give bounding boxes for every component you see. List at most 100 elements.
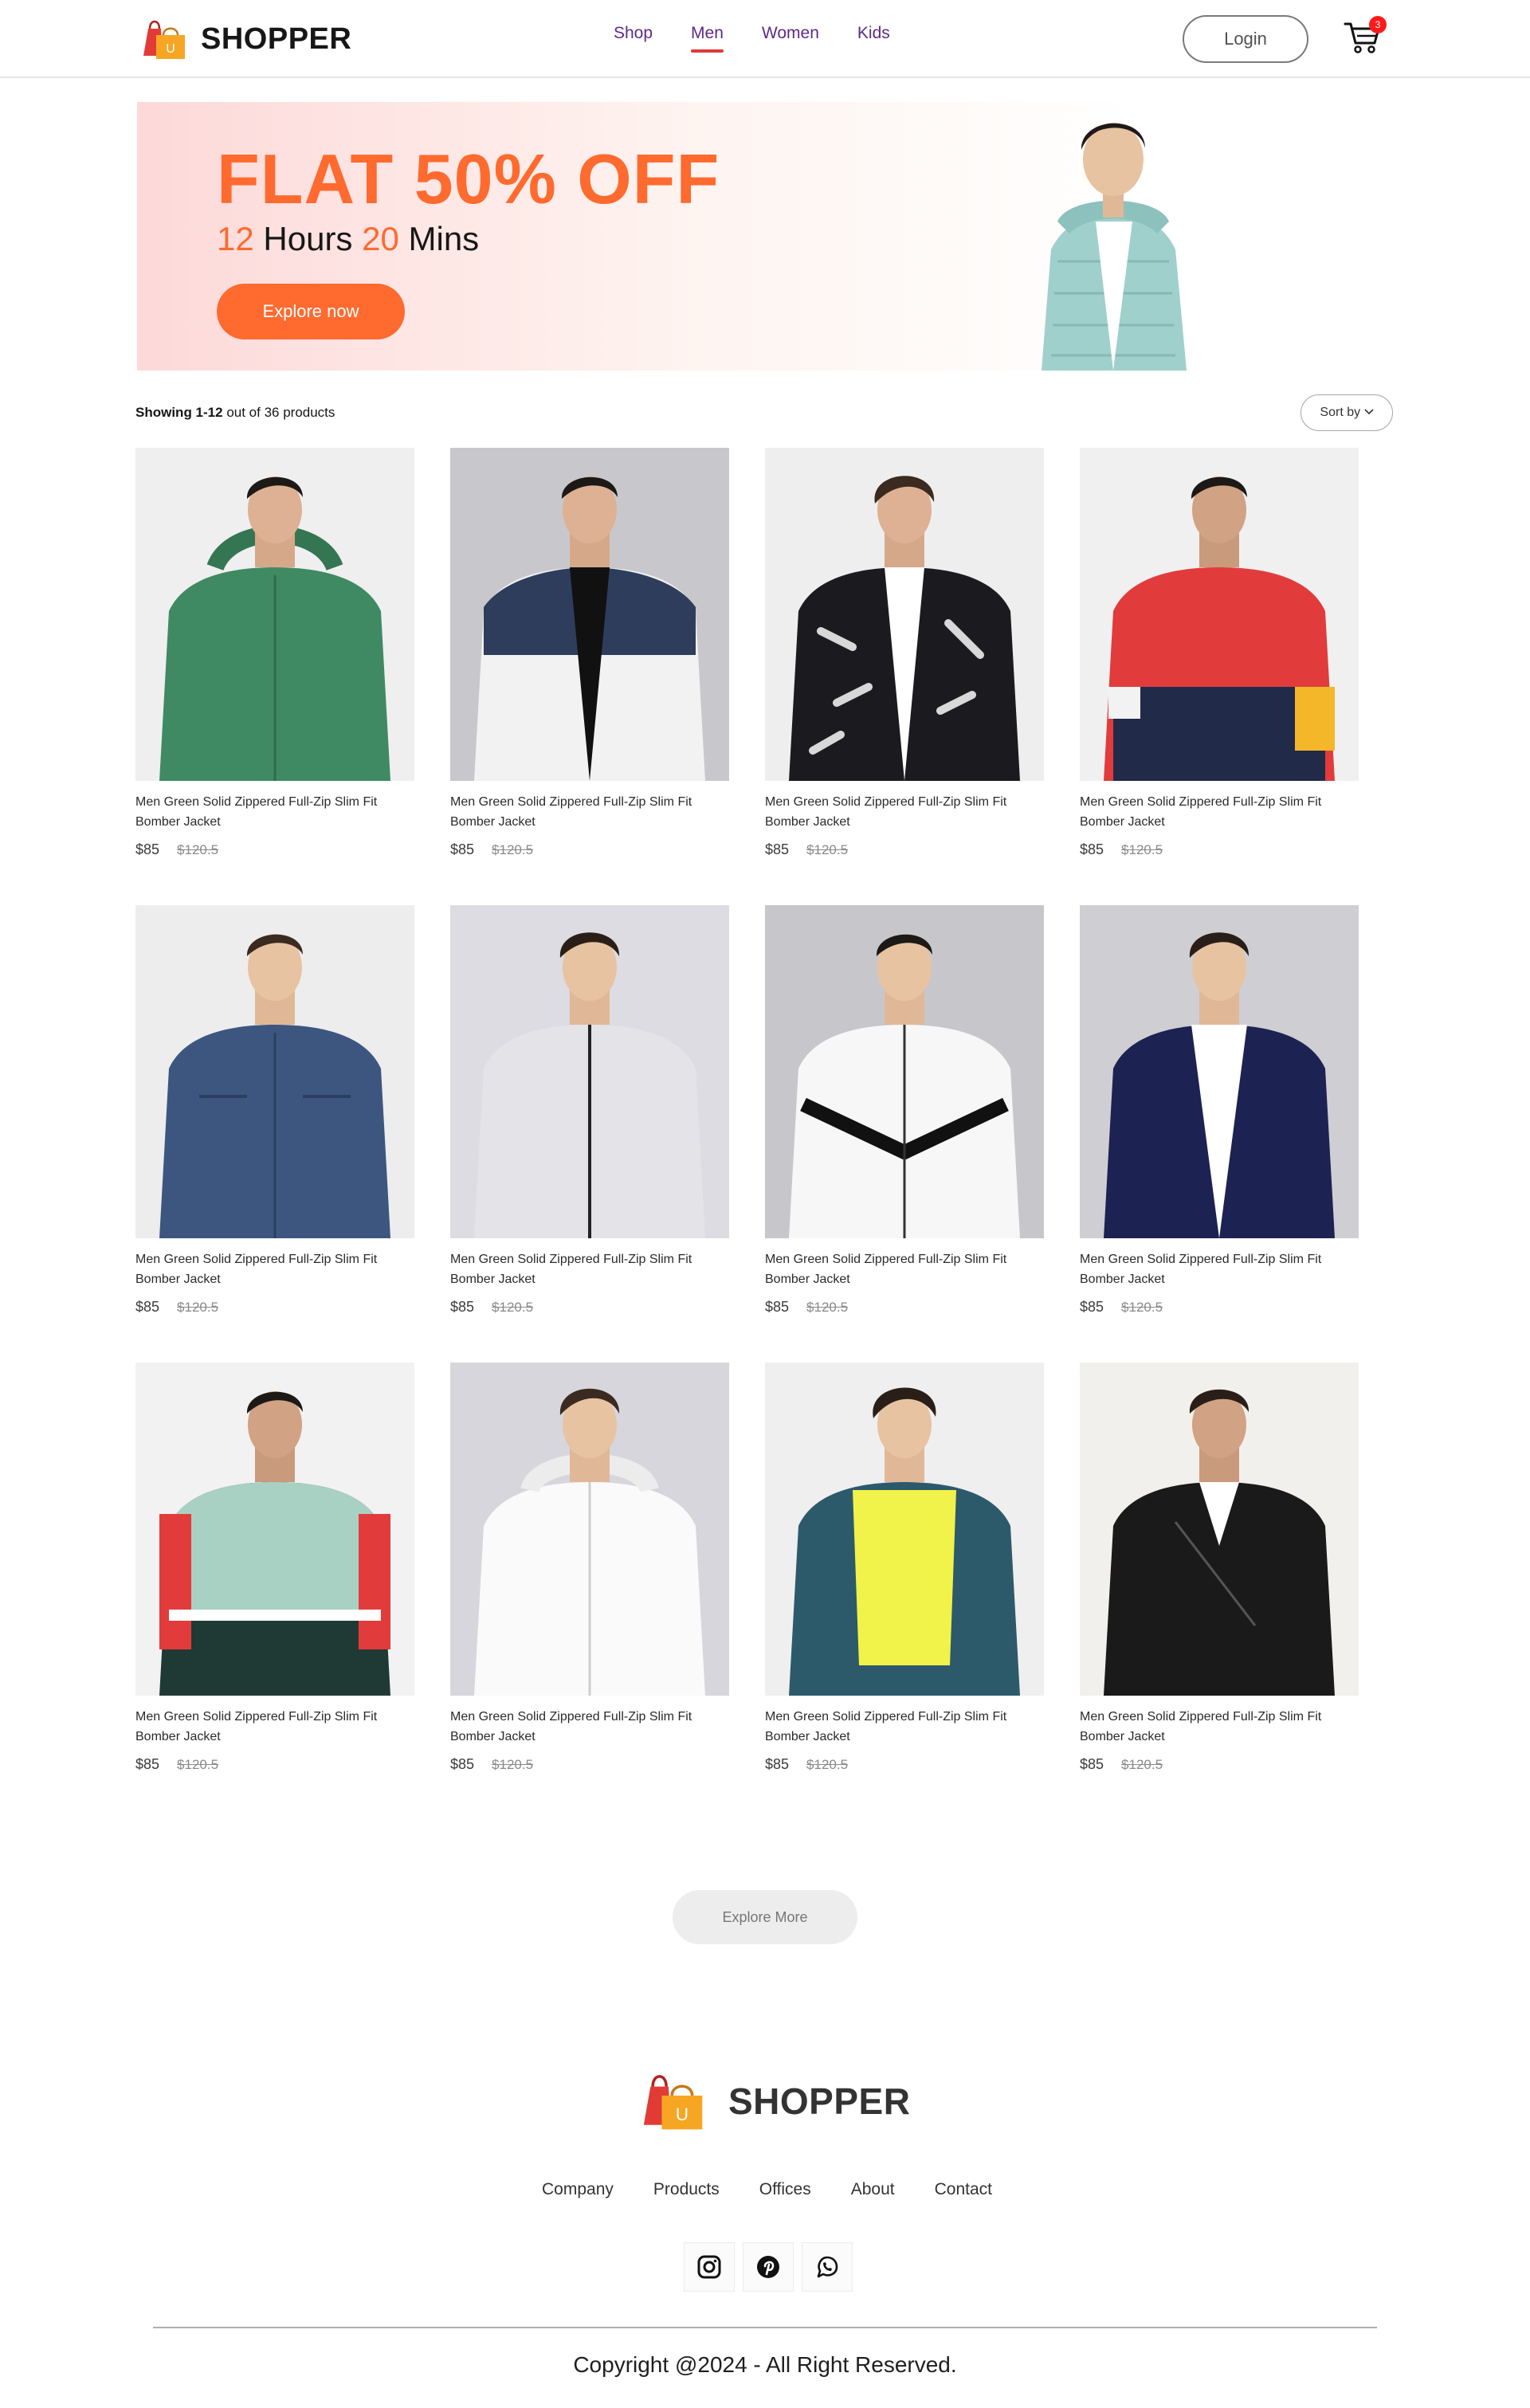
product-card[interactable]: Men Green Solid Zippered Full-Zip Slim F… <box>450 1363 729 1793</box>
product-old-price: $120.5 <box>806 1299 849 1315</box>
whatsapp-link[interactable] <box>802 2242 853 2292</box>
product-image <box>1080 1363 1359 1696</box>
footer-brand[interactable]: U SHOPPER <box>639 2069 910 2134</box>
product-name: Men Green Solid Zippered Full-Zip Slim F… <box>1080 1710 1322 1743</box>
hero-countdown: 12 Hours 20 Mins <box>217 220 479 258</box>
product-price: $85 <box>1080 1756 1104 1772</box>
footer-link-contact[interactable]: Contact <box>935 2180 992 2199</box>
product-card[interactable]: Men Green Solid Zippered Full-Zip Slim F… <box>450 448 729 878</box>
product-image <box>135 905 414 1238</box>
explore-now-button[interactable]: Explore now <box>217 284 405 339</box>
cart-count-badge: 3 <box>1369 16 1387 33</box>
product-card[interactable]: Men Green Solid Zippered Full-Zip Slim F… <box>765 448 1044 878</box>
main-nav: Shop Men Women Kids <box>614 24 890 53</box>
footer-link-products[interactable]: Products <box>653 2180 720 2199</box>
product-card[interactable]: Men Green Solid Zippered Full-Zip Slim F… <box>1080 1363 1359 1793</box>
product-image <box>450 905 729 1238</box>
product-card[interactable]: Men Green Solid Zippered Full-Zip Slim F… <box>450 905 729 1335</box>
hero-title: FLAT 50% OFF <box>217 139 720 218</box>
pinterest-link[interactable] <box>743 2242 794 2292</box>
social-links <box>684 2242 853 2292</box>
explore-more-button[interactable]: Explore More <box>673 1890 857 1944</box>
product-card[interactable]: Men Green Solid Zippered Full-Zip Slim F… <box>135 448 414 878</box>
product-old-price: $120.5 <box>1121 841 1163 857</box>
hero-banner: FLAT 50% OFF 12 Hours 20 Mins Explore no… <box>137 102 1387 371</box>
sort-by-button[interactable]: Sort by <box>1300 394 1393 431</box>
brand[interactable]: U SHOPPER <box>140 16 351 62</box>
hero-model-image <box>1042 123 1187 371</box>
product-old-price: $120.5 <box>177 1756 219 1772</box>
product-old-price: $120.5 <box>492 1756 534 1772</box>
brand-name: SHOPPER <box>201 22 352 56</box>
product-card[interactable]: Men Green Solid Zippered Full-Zip Slim F… <box>765 905 1044 1335</box>
nav-item-women[interactable]: Women <box>762 24 819 53</box>
product-name: Men Green Solid Zippered Full-Zip Slim F… <box>450 1710 692 1743</box>
product-image <box>450 448 729 781</box>
product-card[interactable]: Men Green Solid Zippered Full-Zip Slim F… <box>1080 905 1359 1335</box>
product-prices: $85 $120.5 <box>1080 841 1359 858</box>
product-price: $85 <box>135 1756 160 1772</box>
countdown-hours-value: 12 <box>217 220 254 257</box>
whatsapp-icon <box>817 2256 838 2278</box>
shopping-bag-logo-icon: U <box>143 20 185 59</box>
product-price: $85 <box>450 1756 475 1772</box>
product-prices: $85 $120.5 <box>450 1299 729 1316</box>
product-name: Men Green Solid Zippered Full-Zip Slim F… <box>765 1253 1007 1286</box>
product-prices: $85 $120.5 <box>765 841 1044 858</box>
product-image <box>765 1363 1044 1696</box>
product-prices: $85 $120.5 <box>135 841 414 858</box>
svg-text:U: U <box>166 42 175 56</box>
results-range: Showing 1-12 <box>135 405 223 420</box>
footer-link-offices[interactable]: Offices <box>759 2180 811 2199</box>
sort-by-label: Sort by <box>1320 406 1361 419</box>
instagram-icon <box>697 2255 721 2279</box>
product-price: $85 <box>765 1756 790 1772</box>
countdown-mins-value: 20 <box>362 220 399 257</box>
product-old-price: $120.5 <box>177 841 219 857</box>
product-price: $85 <box>135 1299 160 1315</box>
countdown-mins-label: Mins <box>408 220 480 257</box>
footer-link-about[interactable]: About <box>851 2180 895 2199</box>
login-button[interactable]: Login <box>1183 15 1308 63</box>
nav-item-men[interactable]: Men <box>691 24 724 53</box>
product-name: Men Green Solid Zippered Full-Zip Slim F… <box>135 1253 378 1286</box>
product-name: Men Green Solid Zippered Full-Zip Slim F… <box>450 795 692 829</box>
navbar: U SHOPPER Shop Men Women Kids Login 3 <box>0 0 1530 78</box>
product-prices: $85 $120.5 <box>135 1299 414 1316</box>
product-card[interactable]: Men Green Solid Zippered Full-Zip Slim F… <box>135 1363 414 1793</box>
product-card[interactable]: Men Green Solid Zippered Full-Zip Slim F… <box>1080 448 1359 878</box>
product-image <box>1080 905 1359 1238</box>
results-total: out of 36 products <box>226 405 335 420</box>
footer-brand-name: SHOPPER <box>728 2081 911 2122</box>
product-card[interactable]: Men Green Solid Zippered Full-Zip Slim F… <box>765 1363 1044 1793</box>
pinterest-icon <box>757 2256 779 2278</box>
product-old-price: $120.5 <box>492 1299 534 1315</box>
nav-item-kids[interactable]: Kids <box>857 24 890 53</box>
product-old-price: $120.5 <box>1121 1299 1163 1315</box>
svg-text:U: U <box>676 2104 688 2124</box>
product-prices: $85 $120.5 <box>450 1756 729 1773</box>
product-name: Men Green Solid Zippered Full-Zip Slim F… <box>765 795 1007 829</box>
product-name: Men Green Solid Zippered Full-Zip Slim F… <box>450 1253 692 1286</box>
nav-item-shop[interactable]: Shop <box>614 24 653 53</box>
product-prices: $85 $120.5 <box>450 841 729 858</box>
product-name: Men Green Solid Zippered Full-Zip Slim F… <box>1080 795 1322 829</box>
product-prices: $85 $120.5 <box>1080 1756 1359 1773</box>
instagram-link[interactable] <box>684 2242 735 2292</box>
product-old-price: $120.5 <box>806 1756 849 1772</box>
product-card[interactable]: Men Green Solid Zippered Full-Zip Slim F… <box>135 905 414 1335</box>
product-old-price: $120.5 <box>492 841 534 857</box>
product-name: Men Green Solid Zippered Full-Zip Slim F… <box>1080 1253 1322 1286</box>
product-price: $85 <box>765 841 790 857</box>
product-price: $85 <box>450 1299 475 1315</box>
product-price: $85 <box>765 1299 790 1315</box>
product-price: $85 <box>1080 841 1104 857</box>
product-name: Men Green Solid Zippered Full-Zip Slim F… <box>135 795 378 829</box>
product-grid: Men Green Solid Zippered Full-Zip Slim F… <box>135 448 1363 1793</box>
product-name: Men Green Solid Zippered Full-Zip Slim F… <box>135 1710 378 1743</box>
product-old-price: $120.5 <box>1121 1756 1163 1772</box>
product-image <box>765 448 1044 781</box>
product-image <box>1080 448 1359 781</box>
footer-divider <box>153 2327 1377 2328</box>
footer-link-company[interactable]: Company <box>542 2180 614 2199</box>
